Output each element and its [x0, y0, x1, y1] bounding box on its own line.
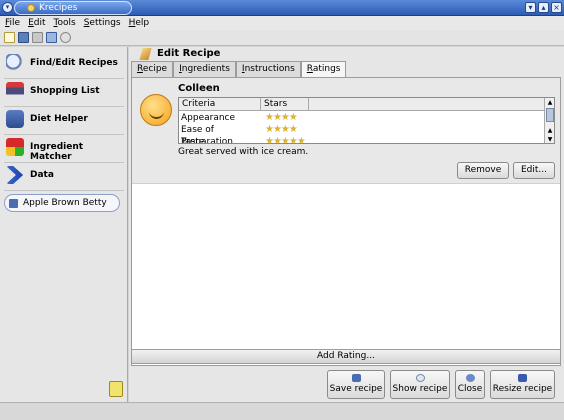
rating-comment: Great served with ice cream.	[178, 147, 309, 157]
delete-icon[interactable]	[60, 32, 71, 43]
menu-settings[interactable]: Settings	[84, 16, 121, 30]
criteria-cell: Appearance	[181, 113, 236, 123]
ratings-tab-pane: Colleen Criteria Stars Appearance ★★★★ E…	[131, 77, 561, 366]
bottom-action-bar: Save recipe Show recipe Close Resize rec…	[129, 366, 564, 402]
recipe-icon	[9, 199, 18, 208]
close-window-icon[interactable]: ×	[551, 2, 562, 13]
show-recipe-icon	[415, 374, 425, 382]
column-header-criteria[interactable]: Criteria	[179, 98, 261, 111]
resize-recipe-button[interactable]: Resize recipe	[490, 370, 555, 399]
table-row[interactable]: Ease of Preparation ★★★★	[179, 124, 545, 144]
stars-cell: ★★★★★	[265, 136, 306, 144]
note-icon[interactable]	[109, 381, 123, 397]
diet-icon	[6, 110, 24, 128]
edit-rating-button[interactable]: Edit...	[513, 162, 555, 179]
window-menu-icon[interactable]: ▾	[2, 2, 13, 13]
criteria-table[interactable]: Criteria Stars Appearance ★★★★ Ease of P…	[178, 97, 555, 144]
title-bar: ▾ Krecipes ▾ ▴ ×	[0, 0, 564, 16]
print-icon[interactable]	[32, 32, 43, 43]
table-row[interactable]: Taste ★★★★★	[179, 136, 545, 144]
stars-cell: ★★★★	[265, 112, 298, 123]
data-arrows-icon	[6, 166, 24, 184]
sidebar-item-data[interactable]: Data	[4, 164, 124, 186]
window-title-pill: Krecipes	[14, 1, 132, 15]
maximize-icon[interactable]: ▴	[538, 2, 549, 13]
toolbar	[0, 30, 564, 46]
tab-instructions[interactable]: Instructions	[235, 61, 301, 77]
save-recipe-button[interactable]: Save recipe	[327, 370, 385, 399]
column-header-empty	[309, 98, 545, 111]
rating-entry: Colleen Criteria Stars Appearance ★★★★ E…	[132, 78, 560, 184]
resize-recipe-icon	[518, 374, 527, 382]
scroll-up-icon[interactable]: ▲	[546, 98, 554, 107]
sidebar-item-ingredient-matcher[interactable]: Ingredient Matcher	[4, 136, 124, 162]
close-button[interactable]: Close	[455, 370, 485, 399]
recipe-editor-panel: Edit Recipe Recipe Ingredients Instructi…	[129, 47, 564, 402]
add-rating-button[interactable]: Add Rating...	[131, 349, 561, 364]
save-recipe-icon	[351, 374, 361, 382]
criteria-cell: Taste	[181, 137, 205, 144]
krecipes-app-icon	[27, 4, 35, 12]
sidebar-item-shopping-list[interactable]: Shopping List	[4, 80, 124, 102]
tab-recipe[interactable]: Recipe	[131, 61, 174, 77]
stars-cell: ★★★★	[265, 124, 298, 135]
table-header: Criteria Stars	[179, 98, 545, 111]
scroll-thumb[interactable]	[546, 108, 554, 122]
window-title: Krecipes	[39, 3, 78, 13]
edit-icon[interactable]	[46, 32, 57, 43]
minimize-icon[interactable]: ▾	[525, 2, 536, 13]
table-row[interactable]: Appearance ★★★★	[179, 112, 545, 124]
pencil-icon	[139, 48, 152, 60]
remove-button[interactable]: Remove	[457, 162, 509, 179]
status-bar	[0, 402, 564, 420]
tab-ingredients[interactable]: Ingredients	[173, 61, 236, 77]
scroll-down-icon[interactable]: ▼	[546, 135, 554, 143]
smiley-face-icon	[140, 94, 172, 126]
new-document-icon[interactable]	[4, 32, 15, 43]
tab-ratings[interactable]: Ratings	[300, 61, 347, 78]
sidebar-item-find-edit-recipes[interactable]: Find/Edit Recipes	[4, 52, 124, 74]
menu-tools[interactable]: Tools	[54, 16, 76, 30]
shopping-cart-icon	[6, 82, 24, 100]
criteria-cell: Ease of Preparation	[181, 125, 233, 144]
save-icon[interactable]	[18, 32, 29, 43]
sidebar-item-open-recipe[interactable]: Apple Brown Betty	[4, 194, 120, 212]
magnifier-icon	[6, 54, 24, 72]
close-icon	[465, 374, 475, 382]
left-navigation-panel: Find/Edit Recipes Shopping List Diet Hel…	[0, 47, 128, 402]
editor-header: Edit Recipe	[137, 47, 220, 61]
ingredient-matcher-icon	[6, 138, 24, 156]
table-scrollbar[interactable]: ▲ ▲ ▼	[544, 98, 554, 143]
scroll-up-icon-2[interactable]: ▲	[546, 126, 554, 135]
sidebar-item-diet-helper[interactable]: Diet Helper	[4, 108, 124, 130]
editor-tabs: Recipe Ingredients Instructions Ratings	[131, 61, 347, 78]
menu-help[interactable]: Help	[129, 16, 150, 30]
column-header-stars[interactable]: Stars	[261, 98, 309, 111]
menu-file[interactable]: File	[5, 16, 20, 30]
rater-name: Colleen	[178, 83, 220, 94]
show-recipe-button[interactable]: Show recipe	[390, 370, 450, 399]
menu-bar: File Edit Tools Settings Help	[0, 16, 564, 30]
menu-edit[interactable]: Edit	[28, 16, 45, 30]
